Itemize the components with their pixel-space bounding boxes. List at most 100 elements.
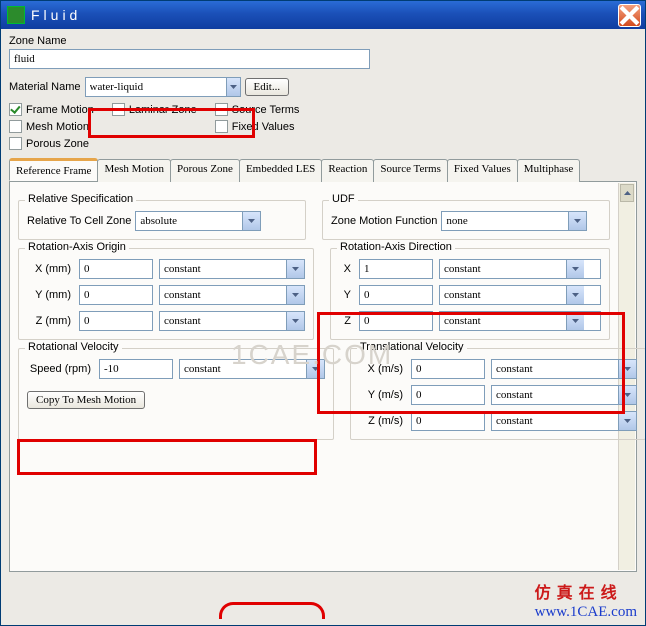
origin-y-input[interactable]: [79, 285, 153, 305]
close-icon: [619, 5, 640, 26]
chevron-down-icon[interactable]: [306, 360, 324, 378]
source-terms-label: Source Terms: [232, 104, 300, 116]
tab-embedded-les[interactable]: Embedded LES: [239, 159, 322, 182]
relative-spec-group: Relative Specification Relative To Cell …: [18, 200, 306, 240]
material-dropdown[interactable]: [85, 77, 241, 97]
scroll-up-icon[interactable]: [620, 184, 634, 202]
window-title: Fluid: [31, 7, 618, 23]
rotational-velocity-group: Rotational Velocity Speed (rpm) Copy To …: [18, 348, 334, 440]
tvel-y-input[interactable]: [411, 385, 485, 405]
origin-y-mode[interactable]: [159, 285, 305, 305]
material-value[interactable]: [86, 78, 226, 96]
chevron-down-icon[interactable]: [242, 212, 260, 230]
tab-strip: Reference Frame Mesh Motion Porous Zone …: [9, 158, 637, 182]
zone-motion-fn-label: Zone Motion Function: [331, 215, 437, 227]
mesh-motion-label: Mesh Motion: [26, 121, 89, 133]
copy-to-mesh-motion-button[interactable]: Copy To Mesh Motion: [27, 391, 145, 409]
app-icon: [7, 6, 25, 24]
speed-input[interactable]: [99, 359, 173, 379]
mesh-motion-checkbox[interactable]: [9, 120, 22, 133]
tvel-z-input[interactable]: [411, 411, 485, 431]
zone-name-input[interactable]: [9, 49, 370, 69]
speed-label: Speed (rpm): [27, 363, 93, 375]
relative-to-dropdown[interactable]: [135, 211, 261, 231]
options-checks: Frame Motion Mesh Motion Porous Zone Lam…: [9, 103, 429, 150]
translational-velocity-title: Translational Velocity: [357, 341, 467, 353]
tvel-x-label: X (m/s): [359, 363, 405, 375]
chevron-down-icon[interactable]: [286, 260, 304, 278]
tab-fixed-values[interactable]: Fixed Values: [447, 159, 518, 182]
laminar-zone-checkbox[interactable]: [112, 103, 125, 116]
rotation-origin-title: Rotation-Axis Origin: [25, 241, 129, 253]
source-terms-checkbox[interactable]: [215, 103, 228, 116]
tvel-x-input[interactable]: [411, 359, 485, 379]
tvel-y-mode[interactable]: [491, 385, 637, 405]
chevron-down-icon[interactable]: [566, 286, 584, 304]
edit-material-button[interactable]: Edit...: [245, 78, 290, 96]
tvel-z-mode[interactable]: [491, 411, 637, 431]
chevron-down-icon[interactable]: [618, 360, 636, 378]
relative-to-label: Relative To Cell Zone: [27, 215, 131, 227]
bottom-highlight-arc: [219, 602, 325, 619]
tvel-x-mode[interactable]: [491, 359, 637, 379]
dir-x-label: X: [339, 263, 353, 275]
origin-x-label: X (mm): [27, 263, 73, 275]
footer-links: 仿真在线 www.1CAE.com: [535, 579, 637, 621]
dir-z-input[interactable]: [359, 311, 433, 331]
chevron-down-icon[interactable]: [566, 312, 584, 330]
rotation-direction-group: Rotation-Axis Direction X Y Z: [330, 248, 610, 340]
rotation-direction-title: Rotation-Axis Direction: [337, 241, 455, 253]
dir-y-input[interactable]: [359, 285, 433, 305]
tab-content: Relative Specification Relative To Cell …: [9, 182, 637, 572]
chevron-down-icon[interactable]: [618, 386, 636, 404]
material-name-label: Material Name: [9, 81, 81, 93]
origin-x-input[interactable]: [79, 259, 153, 279]
dir-y-label: Y: [339, 289, 353, 301]
relative-spec-title: Relative Specification: [25, 193, 136, 205]
origin-z-input[interactable]: [79, 311, 153, 331]
tvel-y-label: Y (m/s): [359, 389, 405, 401]
origin-z-mode[interactable]: [159, 311, 305, 331]
chevron-down-icon[interactable]: [618, 412, 636, 430]
dir-y-mode[interactable]: [439, 285, 601, 305]
tab-reaction[interactable]: Reaction: [321, 159, 374, 182]
close-button[interactable]: [618, 4, 641, 27]
tab-source-terms[interactable]: Source Terms: [373, 159, 447, 182]
chevron-down-icon[interactable]: [568, 212, 586, 230]
speed-mode[interactable]: [179, 359, 325, 379]
chevron-down-icon[interactable]: [286, 286, 304, 304]
frame-motion-checkbox[interactable]: [9, 103, 22, 116]
tab-multiphase[interactable]: Multiphase: [517, 159, 581, 182]
tab-reference-frame[interactable]: Reference Frame: [9, 158, 98, 181]
zone-motion-fn-dropdown[interactable]: [441, 211, 587, 231]
tab-porous-zone[interactable]: Porous Zone: [170, 159, 240, 182]
origin-z-label: Z (mm): [27, 315, 73, 327]
dir-x-input[interactable]: [359, 259, 433, 279]
porous-zone-label: Porous Zone: [26, 138, 89, 150]
fixed-values-label: Fixed Values: [232, 121, 295, 133]
tvel-z-label: Z (m/s): [359, 415, 405, 427]
titlebar: Fluid: [1, 1, 645, 29]
origin-y-label: Y (mm): [27, 289, 73, 301]
origin-x-mode[interactable]: [159, 259, 305, 279]
dir-x-mode[interactable]: [439, 259, 601, 279]
fixed-values-checkbox[interactable]: [215, 120, 228, 133]
tab-mesh-motion[interactable]: Mesh Motion: [97, 159, 171, 182]
fluid-dialog: Fluid Zone Name Material Name Edit... Fr…: [0, 0, 646, 626]
dir-z-label: Z: [339, 315, 353, 327]
zone-name-label: Zone Name: [9, 35, 637, 47]
chevron-down-icon[interactable]: [566, 260, 584, 278]
rotation-origin-group: Rotation-Axis Origin X (mm) Y (mm) Z (mm…: [18, 248, 314, 340]
dir-z-mode[interactable]: [439, 311, 601, 331]
rotational-velocity-title: Rotational Velocity: [25, 341, 122, 353]
zone-motion-fn-value[interactable]: [442, 212, 568, 230]
chevron-down-icon[interactable]: [286, 312, 304, 330]
udf-group: UDF Zone Motion Function: [322, 200, 610, 240]
frame-motion-label: Frame Motion: [26, 104, 94, 116]
chevron-down-icon[interactable]: [226, 78, 240, 96]
footer-url[interactable]: www.1CAE.com: [535, 604, 637, 620]
porous-zone-checkbox[interactable]: [9, 137, 22, 150]
relative-to-value[interactable]: [136, 212, 242, 230]
udf-title: UDF: [329, 193, 358, 205]
laminar-zone-label: Laminar Zone: [129, 104, 197, 116]
